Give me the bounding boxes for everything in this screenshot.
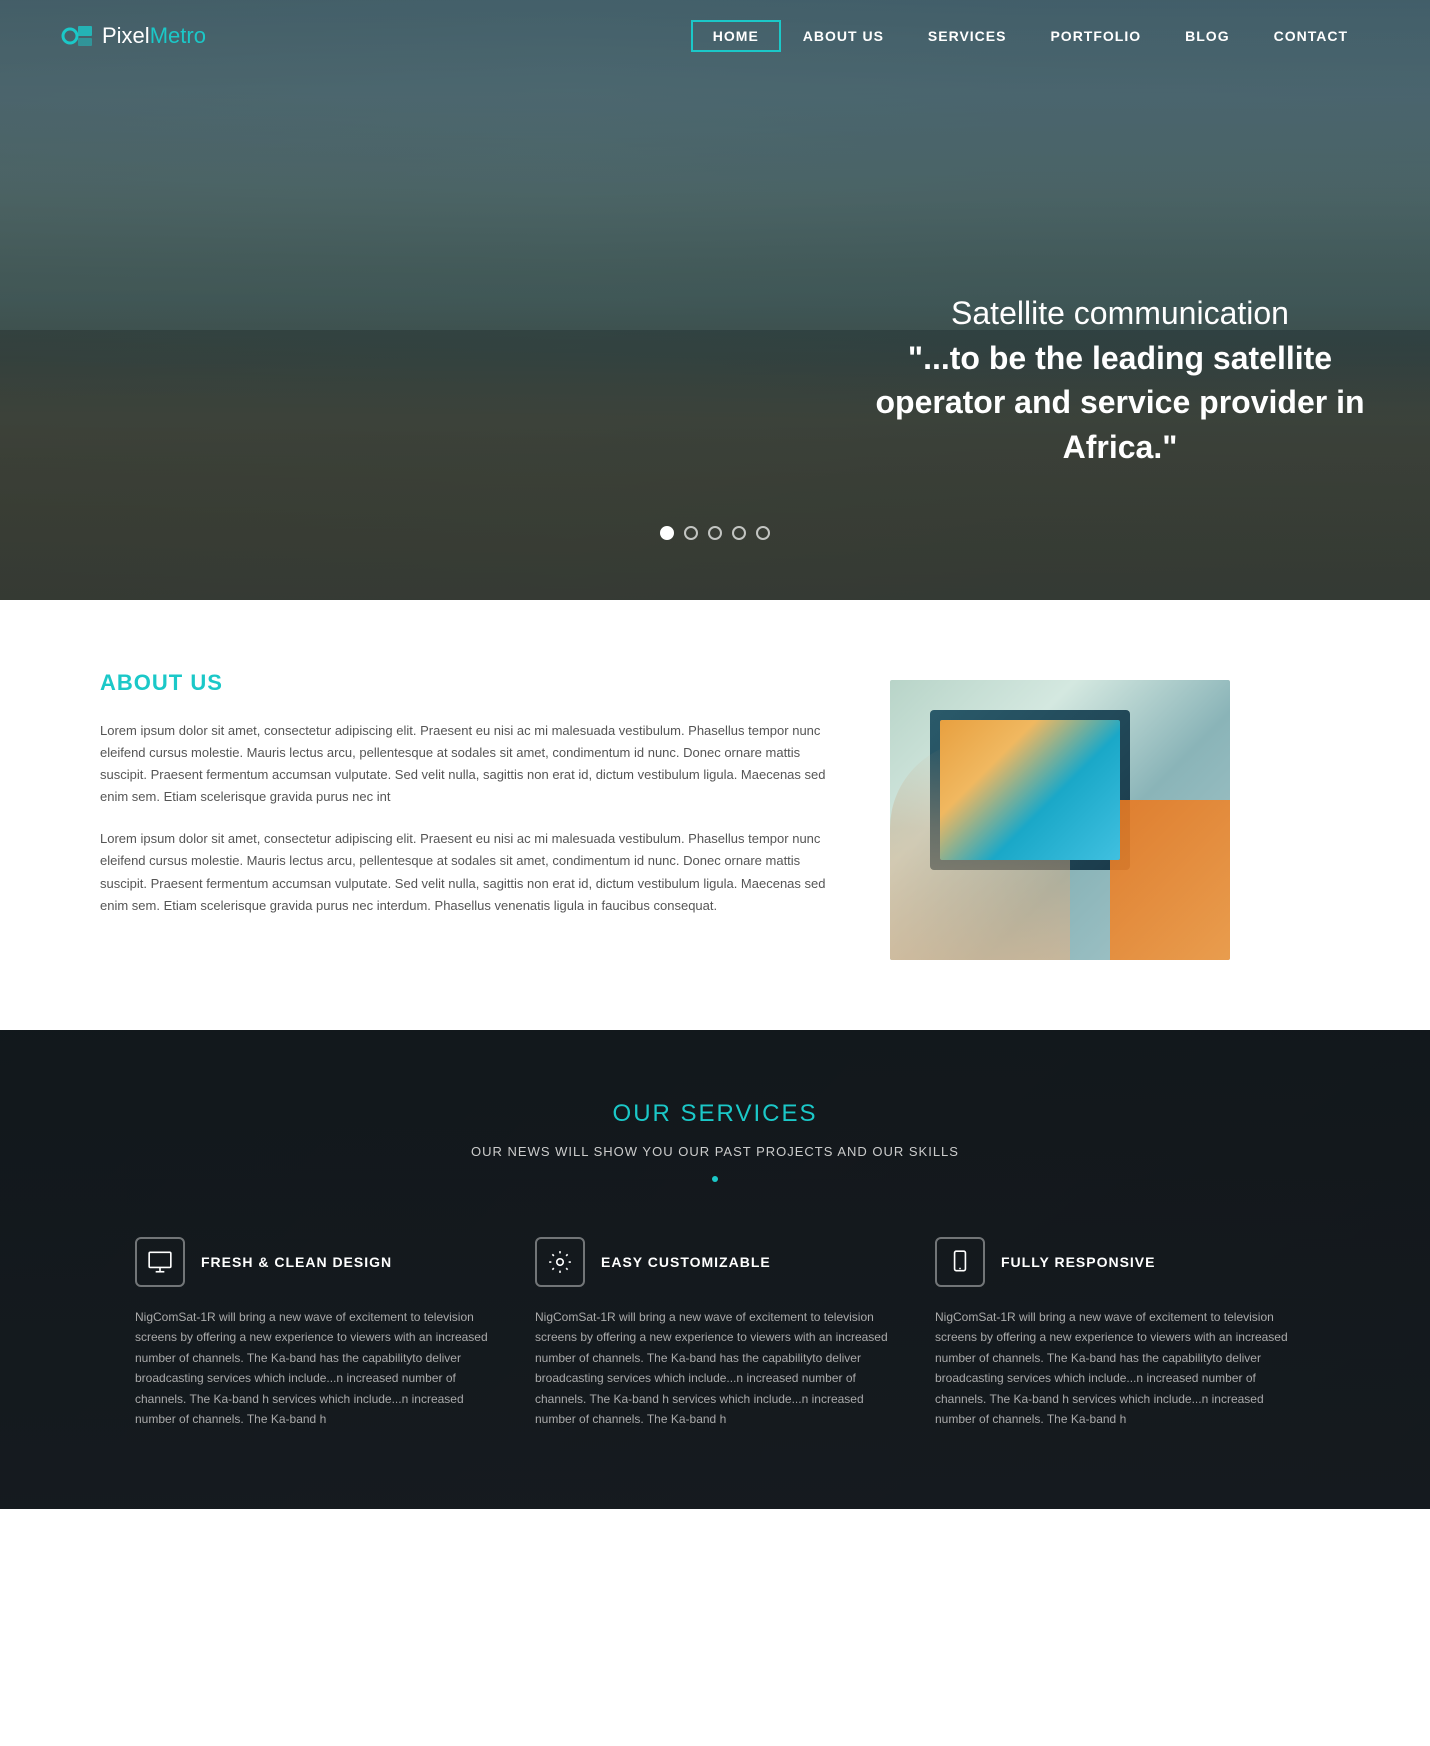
nav-about[interactable]: ABOUT US [781, 20, 906, 52]
service-desc-3: NigComSat-1R will bring a new wave of ex… [935, 1307, 1295, 1429]
nav-portfolio[interactable]: PORTFOLIO [1028, 20, 1163, 52]
nav-contact[interactable]: CONTACT [1252, 20, 1370, 52]
dot-3[interactable] [708, 526, 722, 540]
service-desc-2: NigComSat-1R will bring a new wave of ex… [535, 1307, 895, 1429]
services-dot-line [60, 1169, 1370, 1187]
service-title-1: FRESH & CLEAN DESIGN [201, 1254, 392, 1270]
logo-text: PixelMetro [102, 23, 206, 49]
hero-dots [660, 526, 770, 540]
monitor-icon [147, 1249, 173, 1275]
service-desc-1: NigComSat-1R will bring a new wave of ex… [135, 1307, 495, 1429]
nav-home[interactable]: HOME [691, 20, 781, 52]
about-image [890, 680, 1230, 960]
services-accent-dot [712, 1176, 718, 1182]
logo: PixelMetro [60, 18, 206, 54]
nav-services[interactable]: SERVICES [906, 20, 1029, 52]
about-person-silhouette [890, 740, 1070, 960]
dot-1[interactable] [660, 526, 674, 540]
service-title-3: FULLY RESPONSIVE [1001, 1254, 1155, 1270]
services-sub: OUR NEWS WILL SHOW YOU OUR PAST PROJECTS… [60, 1144, 1370, 1159]
service-icon-box-2 [535, 1237, 585, 1287]
service-icon-box-3 [935, 1237, 985, 1287]
service-icon-row-2: EASY CUSTOMIZABLE [535, 1237, 895, 1287]
about-para-1: Lorem ipsum dolor sit amet, consectetur … [100, 720, 830, 808]
dot-4[interactable] [732, 526, 746, 540]
logo-icon [60, 18, 96, 54]
service-card-responsive: FULLY RESPONSIVE NigComSat-1R will bring… [935, 1237, 1295, 1429]
about-heading: ABOUT US [100, 670, 830, 696]
services-section: OUR SERVICES OUR NEWS WILL SHOW YOU OUR … [0, 1030, 1430, 1509]
dot-5[interactable] [756, 526, 770, 540]
mobile-icon [947, 1249, 973, 1275]
about-para-2: Lorem ipsum dolor sit amet, consectetur … [100, 828, 830, 916]
service-icon-box-1 [135, 1237, 185, 1287]
dot-2[interactable] [684, 526, 698, 540]
header: PixelMetro HOME ABOUT US SERVICES PORTFO… [0, 0, 1430, 72]
services-heading: OUR SERVICES [60, 1100, 1370, 1128]
main-nav: HOME ABOUT US SERVICES PORTFOLIO BLOG CO… [691, 20, 1370, 52]
service-icon-row-1: FRESH & CLEAN DESIGN [135, 1237, 495, 1287]
nav-blog[interactable]: BLOG [1163, 20, 1251, 52]
hero-text-block: Satellite communication "...to be the le… [870, 291, 1370, 470]
service-card-custom: EASY CUSTOMIZABLE NigComSat-1R will brin… [535, 1237, 895, 1429]
hero-section: Satellite communication "...to be the le… [0, 0, 1430, 600]
about-section: ABOUT US Lorem ipsum dolor sit amet, con… [0, 600, 1430, 1030]
service-card-design: FRESH & CLEAN DESIGN NigComSat-1R will b… [135, 1237, 495, 1429]
services-grid: FRESH & CLEAN DESIGN NigComSat-1R will b… [60, 1237, 1370, 1429]
service-icon-row-3: FULLY RESPONSIVE [935, 1237, 1295, 1287]
gear-icon [547, 1249, 573, 1275]
about-image-overlay [1110, 800, 1230, 960]
hero-title: Satellite communication "...to be the le… [870, 291, 1370, 470]
about-text: ABOUT US Lorem ipsum dolor sit amet, con… [100, 670, 830, 937]
service-title-2: EASY CUSTOMIZABLE [601, 1254, 771, 1270]
